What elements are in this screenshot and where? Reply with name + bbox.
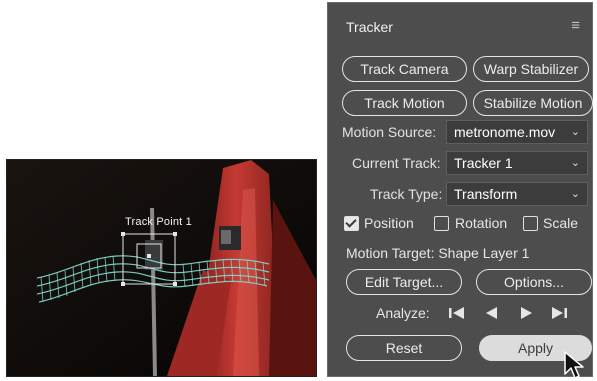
track-motion-button[interactable]: Track Motion [342, 90, 467, 116]
tracker-panel: Tracker ≡ Track Camera Warp Stabilizer T… [327, 2, 593, 377]
analyze-backward-one-frame-icon[interactable] [448, 305, 466, 321]
motion-source-select[interactable]: metronome.mov ⌄ [446, 120, 588, 144]
analyze-label: Analyze: [376, 305, 430, 321]
analyze-backward-icon[interactable] [483, 305, 501, 321]
motion-target-text: Motion Target: Shape Layer 1 [346, 245, 530, 261]
chevron-down-icon: ⌄ [570, 126, 580, 138]
track-type-select[interactable]: Transform ⌄ [446, 182, 588, 206]
stabilize-motion-button[interactable]: Stabilize Motion [473, 90, 593, 116]
video-preview: Track Point 1 [6, 159, 317, 377]
scale-checkbox[interactable] [523, 216, 538, 231]
current-track-label: Current Track: [352, 155, 441, 171]
analyze-forward-icon[interactable] [517, 305, 535, 321]
track-type-value: Transform [454, 186, 518, 202]
track-type-label: Track Type: [370, 186, 443, 202]
current-track-value: Tracker 1 [454, 155, 513, 171]
rotation-label: Rotation [455, 215, 508, 231]
rotation-checkbox[interactable] [434, 216, 449, 231]
mouse-pointer-icon [564, 351, 584, 379]
warp-stabilizer-button[interactable]: Warp Stabilizer [473, 56, 589, 82]
panel-title: Tracker [346, 19, 393, 35]
motion-source-label: Motion Source: [342, 124, 437, 140]
position-checkbox[interactable] [344, 216, 359, 231]
scale-label: Scale [543, 215, 579, 231]
chevron-down-icon: ⌄ [570, 157, 580, 169]
analyze-forward-one-frame-icon[interactable] [550, 305, 568, 321]
preview-frame [7, 160, 316, 376]
motion-source-value: metronome.mov [454, 124, 556, 140]
reset-button[interactable]: Reset [346, 335, 462, 361]
options-button[interactable]: Options... [476, 269, 592, 295]
track-camera-button[interactable]: Track Camera [342, 56, 467, 82]
edit-target-button[interactable]: Edit Target... [346, 269, 462, 295]
track-point-label: Track Point 1 [125, 216, 192, 228]
chevron-down-icon: ⌄ [570, 188, 580, 200]
hamburger-menu-icon[interactable]: ≡ [571, 17, 580, 34]
current-track-select[interactable]: Tracker 1 ⌄ [446, 151, 588, 175]
position-label: Position [364, 215, 414, 231]
